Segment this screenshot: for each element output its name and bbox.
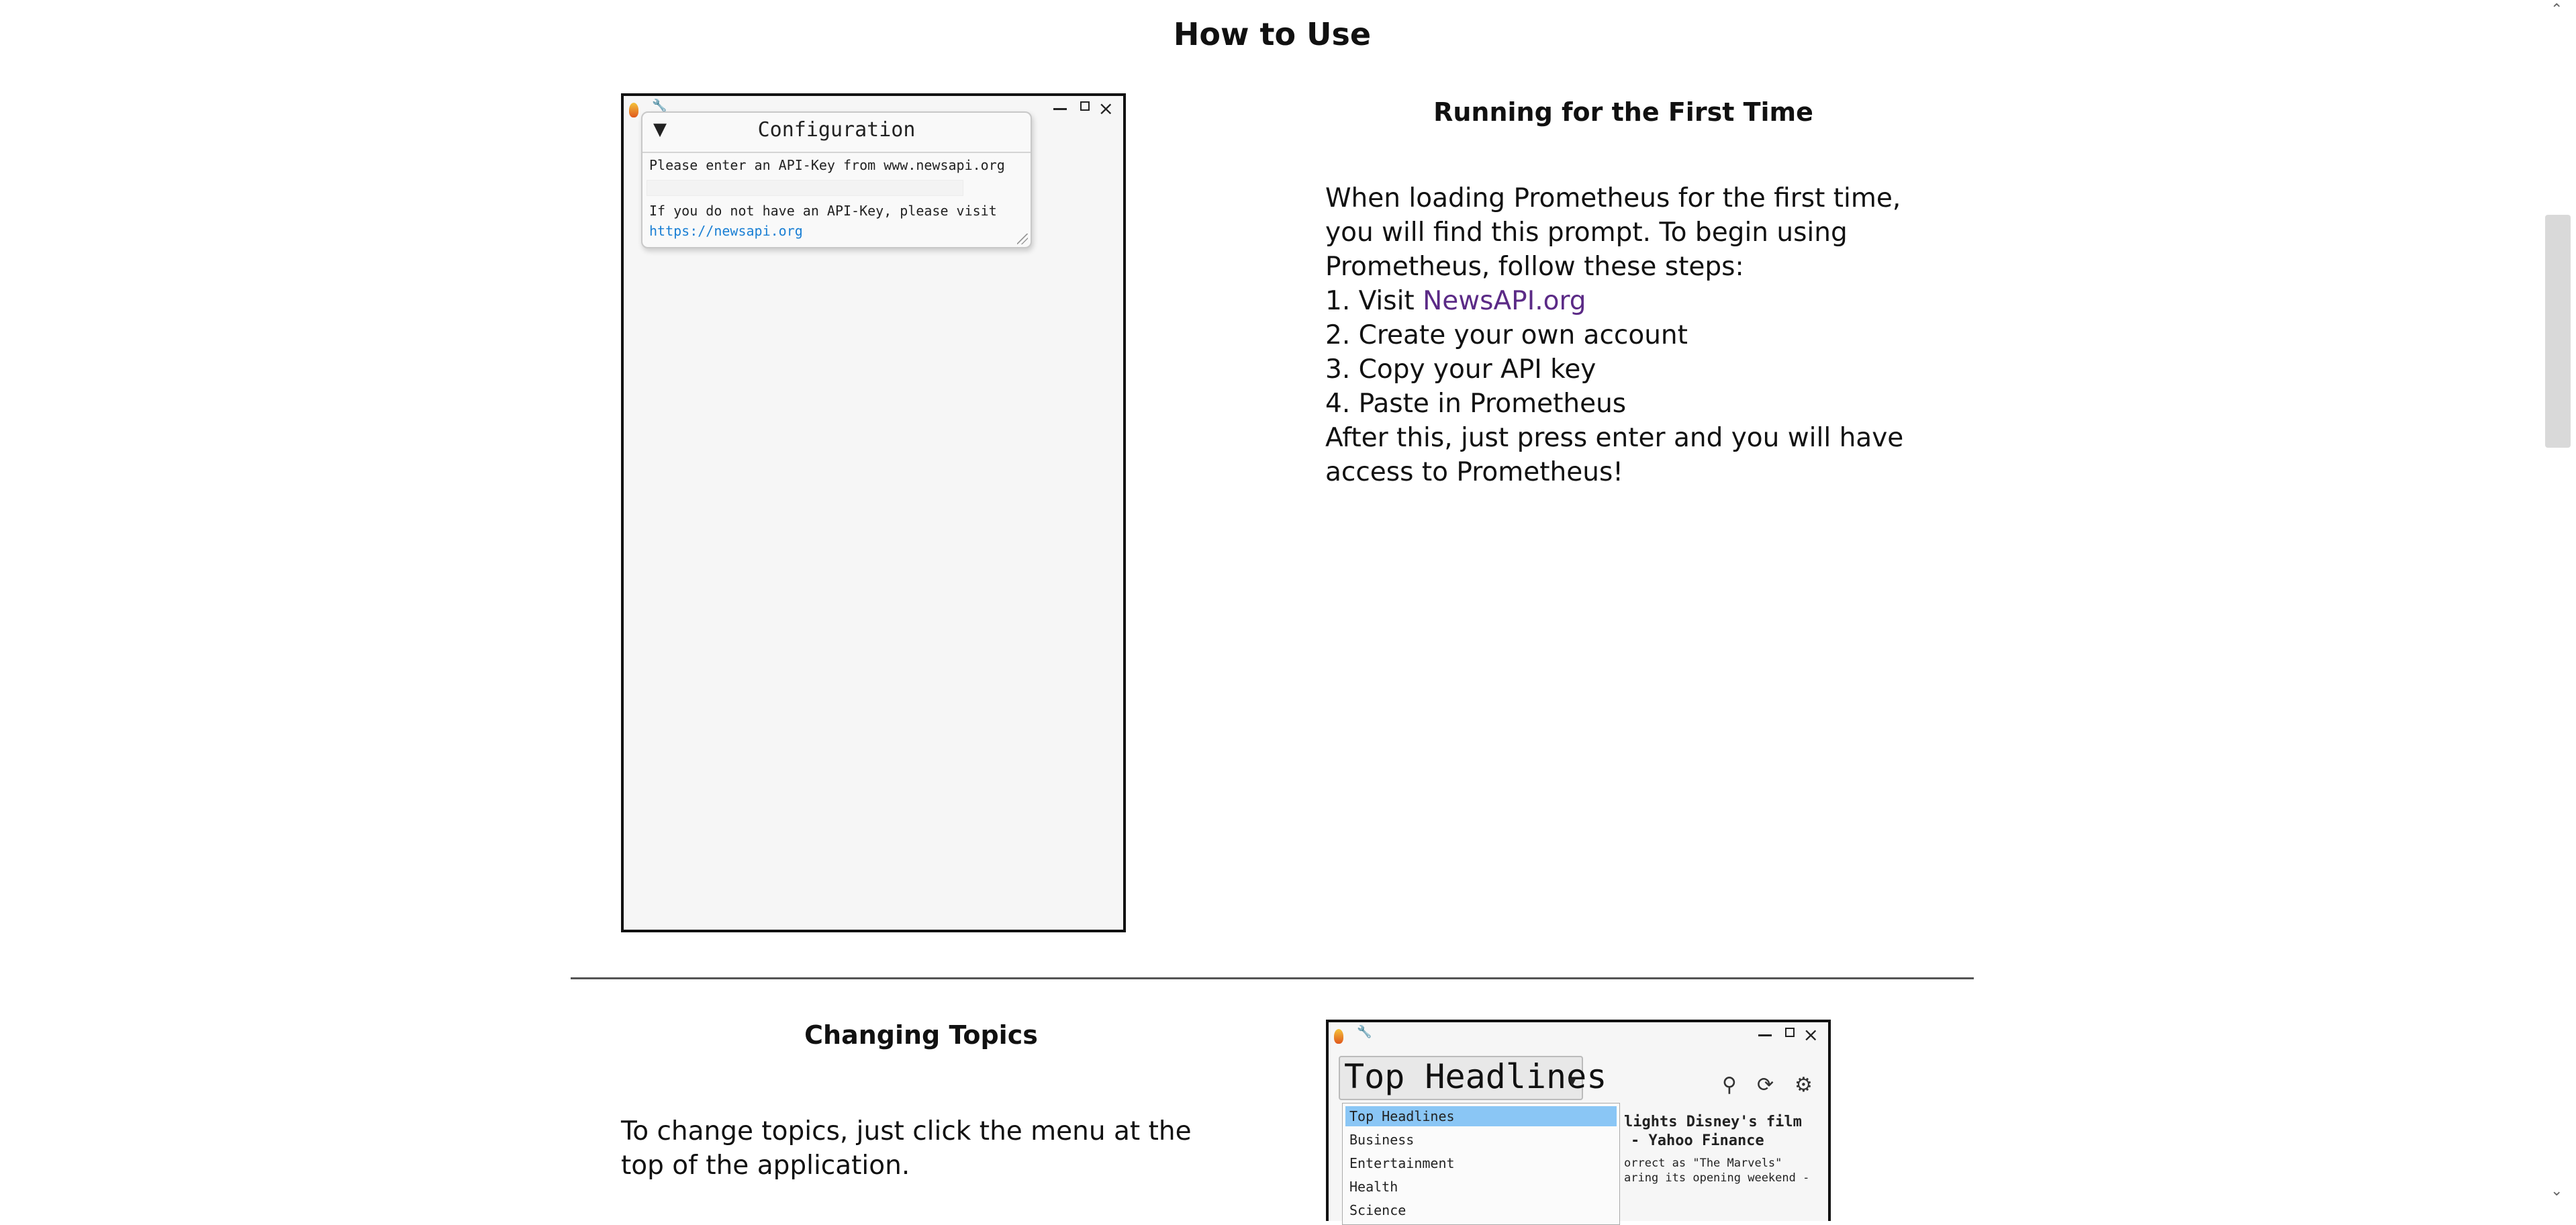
headline-source-fragment: - Yahoo Finance xyxy=(1631,1132,1764,1149)
changing-topics-title: Changing Topics xyxy=(804,1020,1038,1050)
step-3: 3. Copy your API key xyxy=(1325,354,1596,385)
changing-topics-text: To change topics, just click the menu at… xyxy=(621,1114,1192,1183)
scroll-down-arrow-icon[interactable]: ⌄ xyxy=(2550,1183,2563,1199)
step-2: 2. Create your own account xyxy=(1325,320,1688,350)
section-divider xyxy=(571,977,1974,979)
newsapi-link[interactable]: https://newsapi.org xyxy=(649,223,803,239)
newsapi-org-link[interactable]: NewsAPI.org xyxy=(1423,286,1586,316)
step-4: 4. Paste in Prometheus xyxy=(1325,389,1627,419)
maximize-icon[interactable] xyxy=(1785,1028,1795,1037)
topic-menu: Top Headlines Business Entertainment Hea… xyxy=(1342,1103,1620,1225)
chevron-down-icon: ▼ xyxy=(1568,1075,1576,1087)
minimize-icon[interactable] xyxy=(1053,108,1067,110)
api-key-input[interactable] xyxy=(647,180,963,196)
refresh-icon[interactable]: ⟳ xyxy=(1757,1073,1774,1097)
menu-item-entertainment[interactable]: Entertainment xyxy=(1345,1153,1617,1173)
dialog-header: ▼ Configuration xyxy=(642,113,1031,153)
first-time-title: Running for the First Time xyxy=(1433,97,1813,127)
window-titlebar: 🔧 × xyxy=(1329,1022,1828,1048)
step-1: 1. Visit NewsAPI.org xyxy=(1325,284,1903,318)
maximize-icon[interactable] xyxy=(1080,101,1090,111)
text-line: To change topics, just click the menu at… xyxy=(621,1116,1192,1146)
scroll-up-arrow-icon[interactable]: ⌃ xyxy=(2550,1,2563,18)
menu-item-business[interactable]: Business xyxy=(1345,1130,1617,1150)
step-1-prefix: 1. Visit xyxy=(1325,286,1423,316)
gear-icon[interactable]: ⚙ xyxy=(1795,1073,1813,1097)
menu-item-top-headlines[interactable]: Top Headlines xyxy=(1345,1106,1617,1126)
headline-fragment: lights Disney's film xyxy=(1624,1114,1802,1130)
description-fragment: orrect as "The Marvels" xyxy=(1624,1157,1782,1170)
menu-item-health[interactable]: Health xyxy=(1345,1177,1617,1197)
wrench-icon: 🔧 xyxy=(1357,1025,1372,1039)
text-line: After this, just press enter and you wil… xyxy=(1325,423,1904,453)
scrollbar-thumb[interactable] xyxy=(2545,215,2571,448)
first-time-text: When loading Prometheus for the first ti… xyxy=(1325,181,1903,489)
app-flame-icon xyxy=(1334,1029,1343,1044)
menu-item-science[interactable]: Science xyxy=(1345,1200,1617,1220)
minimize-icon[interactable] xyxy=(1758,1034,1772,1036)
text-line: When loading Prometheus for the first ti… xyxy=(1325,183,1901,213)
search-icon[interactable]: ⚲ xyxy=(1722,1073,1737,1097)
app-flame-icon xyxy=(629,103,638,117)
page-title: How to Use xyxy=(1173,16,1372,52)
close-icon[interactable]: × xyxy=(1803,1024,1819,1046)
topics-screenshot-window: 🔧 × lights Disney's film - Yahoo Finance… xyxy=(1326,1020,1831,1225)
dialog-title: Configuration xyxy=(757,118,916,142)
text-line: access to Prometheus! xyxy=(1325,457,1623,487)
text-line: you will find this prompt. To begin usin… xyxy=(1325,217,1848,248)
text-line: Prometheus, follow these steps: xyxy=(1325,252,1744,282)
no-key-text: If you do not have an API-Key, please vi… xyxy=(649,203,997,219)
wrench-icon: 🔧 xyxy=(652,99,667,113)
resize-grip-icon[interactable] xyxy=(1017,234,1028,244)
close-icon[interactable]: × xyxy=(1098,97,1114,119)
description-fragment: aring its opening weekend - xyxy=(1624,1171,1810,1185)
topic-dropdown[interactable]: Top Headlines ▼ xyxy=(1339,1056,1607,1100)
text-line: top of the application. xyxy=(621,1150,910,1181)
api-key-prompt: Please enter an API-Key from www.newsapi… xyxy=(649,157,1005,173)
configuration-dialog: ▼ Configuration Please enter an API-Key … xyxy=(641,111,1032,248)
topic-dropdown-value: Top Headlines xyxy=(1344,1057,1607,1096)
